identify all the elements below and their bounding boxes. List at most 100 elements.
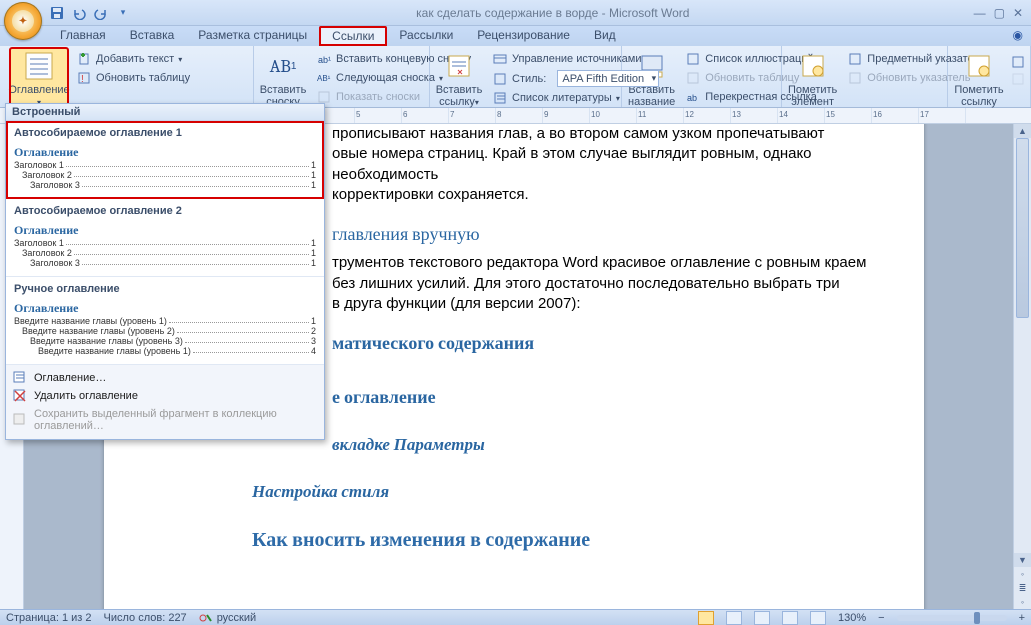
title-bar: ✦ ▾ как сделать содержание в ворде - Mic… xyxy=(0,0,1031,26)
toc-auto1-item[interactable]: Автособираемое оглавление 1 Оглавление З… xyxy=(6,121,324,199)
mark-citation-icon xyxy=(963,50,995,82)
insert-toa-icon[interactable] xyxy=(1010,54,1026,70)
update-table-icon: ! xyxy=(76,70,92,86)
heading: е оглавление xyxy=(332,386,896,410)
toc-preview-row: Заголовок 21 xyxy=(14,248,316,258)
zoom-slider-knob[interactable] xyxy=(974,612,980,624)
close-button[interactable]: ✕ xyxy=(1013,6,1023,20)
tab-mailings[interactable]: Рассылки xyxy=(387,26,465,46)
heading: матического содержания xyxy=(332,332,896,356)
scroll-down-arrow-icon[interactable]: ▼ xyxy=(1014,553,1031,567)
redo-icon[interactable] xyxy=(92,4,110,22)
ribbon-tabs: Главная Вставка Разметка страницы Ссылки… xyxy=(0,26,1031,46)
browse-object-icon[interactable]: ≣ xyxy=(1014,581,1031,595)
update-toa-icon[interactable] xyxy=(1010,71,1026,87)
zoom-out-button[interactable]: − xyxy=(878,612,884,624)
insert-index-icon xyxy=(847,51,863,67)
style-select[interactable]: APA Fifth Edition xyxy=(557,70,659,87)
toc-icon xyxy=(23,50,55,82)
status-bar: Страница: 1 из 2 Число слов: 227 русский… xyxy=(0,609,1031,625)
prev-page-icon[interactable]: ◦ xyxy=(1014,567,1031,581)
tab-home[interactable]: Главная xyxy=(48,26,118,46)
heading: вкладке Параметры xyxy=(332,435,896,458)
help-icon[interactable]: ◉ xyxy=(1005,26,1031,46)
toc-remove-menu-item[interactable]: Удалить оглавление xyxy=(6,387,324,405)
citation-style-combo[interactable]: Стиль: APA Fifth Edition xyxy=(488,69,663,88)
scroll-up-arrow-icon[interactable]: ▲ xyxy=(1014,124,1031,138)
svg-text:ab¹: ab¹ xyxy=(318,55,331,65)
office-button[interactable]: ✦ xyxy=(4,2,42,40)
view-draft-icon[interactable] xyxy=(810,611,826,625)
add-text-button[interactable]: Добавить текст ▾ xyxy=(72,50,194,68)
body-line: трументов текстового редактора Word крас… xyxy=(332,253,896,273)
tab-review[interactable]: Рецензирование xyxy=(465,26,582,46)
qat-customize-icon[interactable]: ▾ xyxy=(114,4,132,22)
view-print-layout-icon[interactable] xyxy=(698,611,714,625)
status-language[interactable]: русский xyxy=(217,612,256,624)
toc-preview-row: Заголовок 31 xyxy=(14,258,316,268)
toc-auto2-item[interactable]: Автособираемое оглавление 2 Оглавление З… xyxy=(6,199,324,277)
toc-preview-row: Заголовок 21 xyxy=(14,170,316,180)
toc-button[interactable]: Оглавление ▾ xyxy=(10,48,68,111)
view-outline-icon[interactable] xyxy=(782,611,798,625)
toc-auto1-label: Автособираемое оглавление 1 xyxy=(14,127,316,139)
ruler-number: 5 xyxy=(356,110,360,119)
toc-preview-row: Заголовок 11 xyxy=(14,238,316,248)
ribbon: Оглавление ▾ Добавить текст ▾ ! Обновить… xyxy=(0,46,1031,108)
save-icon[interactable] xyxy=(48,4,66,22)
scroll-thumb[interactable] xyxy=(1016,138,1029,318)
toc-save-icon xyxy=(12,412,28,428)
tab-insert[interactable]: Вставка xyxy=(118,26,187,46)
status-proof-icon[interactable]: русский xyxy=(199,611,256,625)
zoom-in-button[interactable]: + xyxy=(1019,612,1025,624)
endnote-icon: ab¹ xyxy=(316,51,332,67)
figures-list-icon xyxy=(685,51,701,67)
view-web-layout-icon[interactable] xyxy=(754,611,770,625)
ruler-number: 16 xyxy=(873,110,882,119)
toc-insert-menu-item[interactable]: Оглавление… xyxy=(6,369,324,387)
zoom-slider[interactable] xyxy=(897,615,1007,621)
toc-preview-row: Введите название главы (уровень 3)3 xyxy=(14,336,316,346)
toc-builtin-header: Встроенный xyxy=(6,104,324,121)
update-toc-button[interactable]: ! Обновить таблицу xyxy=(72,69,194,87)
mark-entry-button[interactable]: Пометить элемент xyxy=(786,48,839,110)
toc-remove-icon xyxy=(12,388,28,404)
restore-button[interactable]: ▢ xyxy=(994,6,1005,20)
citation-icon xyxy=(443,50,475,82)
tab-view[interactable]: Вид xyxy=(582,26,628,46)
quick-access-toolbar: ▾ xyxy=(48,4,132,22)
toc-preview-row: Введите название главы (уровень 1)1 xyxy=(14,316,316,326)
insert-footnote-button[interactable]: AB1 Вставить сноску xyxy=(258,48,308,110)
cross-ref-icon: ab xyxy=(685,89,701,105)
toc-preview-row: Введите название главы (уровень 1)4 xyxy=(14,346,316,356)
body-line: в друга функции (для версии 2007): xyxy=(332,294,896,314)
status-word-count[interactable]: Число слов: 227 xyxy=(104,612,187,624)
vertical-scrollbar[interactable]: ▲ ▼ ◦ ≣ ◦ xyxy=(1013,124,1031,609)
status-page[interactable]: Страница: 1 из 2 xyxy=(6,612,92,624)
update-captions-icon xyxy=(685,70,701,86)
toc-insert-icon xyxy=(12,370,28,386)
svg-text:AB¹: AB¹ xyxy=(317,74,331,83)
insert-citation-button[interactable]: Вставить ссылку▾ xyxy=(434,48,484,111)
update-index-icon xyxy=(847,70,863,86)
tab-page-layout[interactable]: Разметка страницы xyxy=(186,26,319,46)
toc-manual-item[interactable]: Ручное оглавление Оглавление Введите наз… xyxy=(6,277,324,365)
next-page-icon[interactable]: ◦ xyxy=(1014,595,1031,609)
bibliography-icon xyxy=(492,90,508,106)
undo-icon[interactable] xyxy=(70,4,88,22)
zoom-percent[interactable]: 130% xyxy=(838,612,866,624)
ruler-number: 10 xyxy=(591,110,600,119)
ruler-number: 14 xyxy=(779,110,788,119)
heading: Настройка стиля xyxy=(252,482,896,502)
ruler-number: 17 xyxy=(920,110,929,119)
toc-save-selection-menu-item: Сохранить выделенный фрагмент в коллекци… xyxy=(6,405,324,435)
ruler-number: 6 xyxy=(403,110,407,119)
view-full-screen-icon[interactable] xyxy=(726,611,742,625)
minimize-button[interactable]: — xyxy=(974,6,986,20)
body-line: корректировки сохраняется. xyxy=(332,185,896,205)
tab-references[interactable]: Ссылки xyxy=(319,26,387,46)
mark-citation-button[interactable]: Пометить ссылку xyxy=(952,48,1006,110)
heading: главления вручную xyxy=(332,223,896,247)
ruler-number: 12 xyxy=(685,110,694,119)
toc-gallery-popup: Встроенный Автособираемое оглавление 1 О… xyxy=(5,103,325,440)
